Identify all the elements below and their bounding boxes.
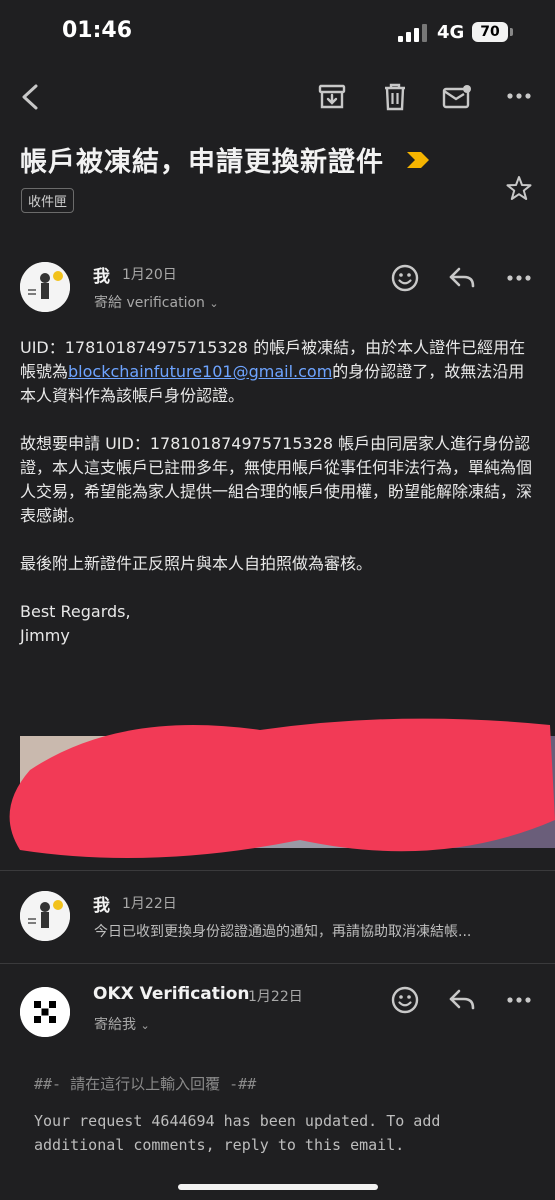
reply-icon[interactable] [448, 988, 476, 1012]
delete-icon[interactable] [383, 83, 407, 111]
sender-name: 我 [93, 896, 110, 916]
body-paragraph: 最後附上新證件正反照片與本人自拍照做為審核。 [20, 554, 373, 573]
sender-name: OKX Verification [93, 984, 250, 1004]
emoji-react-icon[interactable] [390, 985, 420, 1015]
home-indicator[interactable] [178, 1184, 378, 1190]
label-chip-inbox[interactable]: 收件匣 [21, 188, 75, 213]
more-icon[interactable] [507, 274, 531, 282]
email-link[interactable]: blockchainfuture101@gmail.com [68, 362, 332, 381]
message-body: UID：178101874975715328 的帳戶被凍結，由於本人證件已經用在… [20, 336, 535, 648]
message-date: 1月22日 [248, 989, 303, 1005]
recipient-line[interactable]: 寄給我 ⌄ [94, 1014, 150, 1034]
important-marker-icon[interactable] [405, 150, 433, 170]
network-type: 4G [437, 22, 465, 43]
more-icon[interactable] [507, 996, 531, 1004]
collapsed-message[interactable]: 我 1月22日 今日已收到更換身份認證通過的通知，再請協助取消凍結帳... [0, 871, 555, 963]
reply-marker-line: ##- 請在這行以上輸入回覆 -## [34, 1075, 257, 1093]
message-date: 1月22日 [122, 896, 177, 912]
recipient-text: 寄給 verification [94, 295, 205, 311]
divider [0, 963, 555, 964]
recipient-line[interactable]: 寄給 verification ⌄ [94, 292, 219, 312]
redaction-scribble [9, 718, 555, 858]
mark-unread-icon[interactable] [442, 84, 472, 110]
star-icon[interactable] [506, 175, 532, 201]
sender-name: 我 [93, 267, 110, 287]
signal-icon [398, 24, 428, 42]
signature: Jimmy [20, 626, 70, 645]
emoji-react-icon[interactable] [390, 263, 420, 293]
message-snippet: 今日已收到更換身份認證通過的通知，再請協助取消凍結帳... [94, 924, 472, 940]
battery-cap [510, 28, 513, 36]
more-icon[interactable] [507, 92, 531, 100]
body-paragraph: 故想要申請 UID：178101874975715328 帳戶由同居家人進行身份… [20, 434, 533, 525]
reply-icon[interactable] [448, 266, 476, 290]
avatar [20, 891, 70, 941]
battery-icon: 70 [472, 22, 508, 42]
avatar[interactable] [20, 262, 70, 312]
chevron-down-icon: ⌄ [209, 297, 219, 310]
archive-icon[interactable] [318, 84, 346, 110]
message-date: 1月20日 [122, 267, 177, 283]
okx-logo-avatar[interactable] [20, 987, 70, 1037]
recipient-text: 寄給我 [94, 1017, 136, 1033]
email-subject: 帳戶被凍結，申請更換新證件 [20, 147, 384, 178]
body-paragraph: UID：178101874975715328 的帳戶被凍結，由於本人證件已經用在… [20, 338, 526, 405]
chevron-down-icon: ⌄ [140, 1019, 150, 1032]
message-body: Your request 4644694 has been updated. T… [34, 1112, 441, 1154]
back-icon[interactable] [16, 82, 44, 112]
status-time: 01:46 [62, 18, 133, 43]
signoff: Best Regards, [20, 602, 131, 621]
